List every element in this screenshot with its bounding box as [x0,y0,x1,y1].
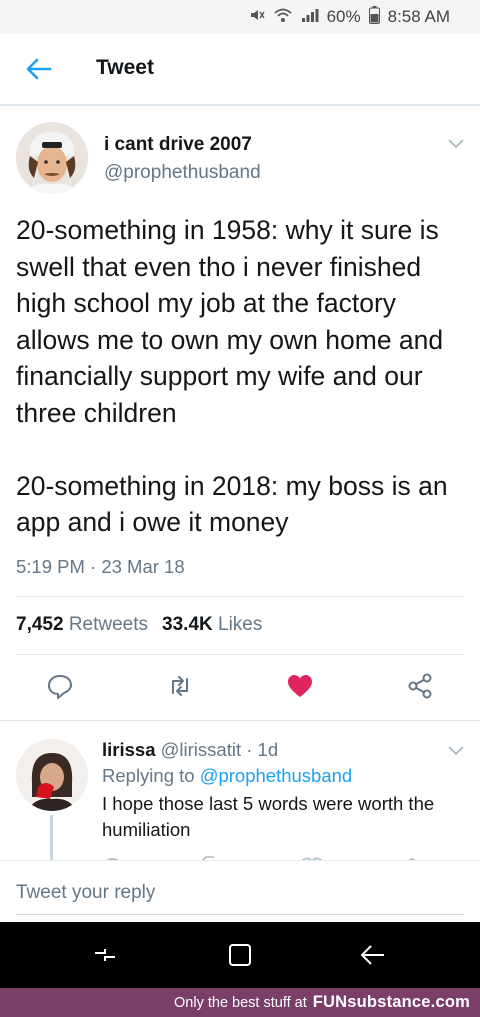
replying-to-link[interactable]: @prophethusband [200,765,353,786]
retweets-label: Retweets [68,614,149,635]
chevron-down-icon[interactable] [446,743,466,757]
avatar[interactable] [16,739,88,811]
tweet-text: 20-something in 1958: why it sure is swe… [16,215,448,537]
reply-author-handle[interactable]: @lirissatit [161,739,241,760]
battery-icon [368,6,380,28]
status-time: 8:58 AM [387,7,450,26]
divider [16,654,464,655]
app-bar: Tweet [0,34,480,106]
likes-stat[interactable]: 33.4K Likes [162,614,262,636]
replying-to: Replying to @prophethusband [102,765,352,787]
replying-prefix: Replying to [102,765,195,786]
wifi-icon [273,7,293,27]
tweet-actions [0,672,480,702]
signal-icon [301,7,319,27]
recent-apps-icon[interactable] [90,940,120,970]
author-handle[interactable]: @prophethusband [104,162,261,184]
footer-tagline: Only the best stuff at [174,994,307,1011]
reply-text: I hope those last 5 words were worth the… [102,793,435,840]
mute-icon [249,7,265,27]
likes-label: Likes [218,614,263,635]
reply-age: · 1d [246,739,279,760]
avatar[interactable] [16,122,88,194]
reply-composer [0,860,480,922]
system-nav-bar [0,922,480,988]
reply-header: lirissa @lirissatit · 1d [102,739,278,761]
arrow-left-icon[interactable] [24,54,54,84]
page-title: Tweet [96,56,154,79]
home-icon[interactable] [225,940,255,970]
reply-author-name[interactable]: lirissa [102,739,156,760]
retweets-stat[interactable]: 7,452 Retweets [16,614,148,636]
watermark-footer: Only the best stuff at FUNsubstance.com [0,988,480,1017]
tweet-timestamp: 5:19 PM · 23 Mar 18 [16,556,185,577]
tweet-stats: 7,452 Retweets 33.4K Likes [16,614,262,636]
footer-brand: FUNsubstance.com [312,993,470,1011]
reply-input[interactable] [16,871,464,915]
reply-icon[interactable] [46,672,74,700]
status-bar: 60% 8:58 AM [0,0,480,34]
divider [16,596,464,597]
reply-tweet[interactable]: lirissa @lirissatit · 1d Replying to @pr… [0,720,480,860]
likes-count: 33.4K [162,614,213,635]
battery-percent: 60% [326,7,361,26]
retweets-count: 7,452 [16,614,64,635]
heart-icon[interactable] [286,672,314,700]
thread-line [50,815,53,860]
share-icon[interactable] [406,672,434,700]
author-name[interactable]: i cant drive 2007 [104,134,252,156]
back-nav-icon[interactable] [358,940,388,970]
retweet-icon[interactable] [166,672,194,700]
chevron-down-icon[interactable] [446,136,466,150]
